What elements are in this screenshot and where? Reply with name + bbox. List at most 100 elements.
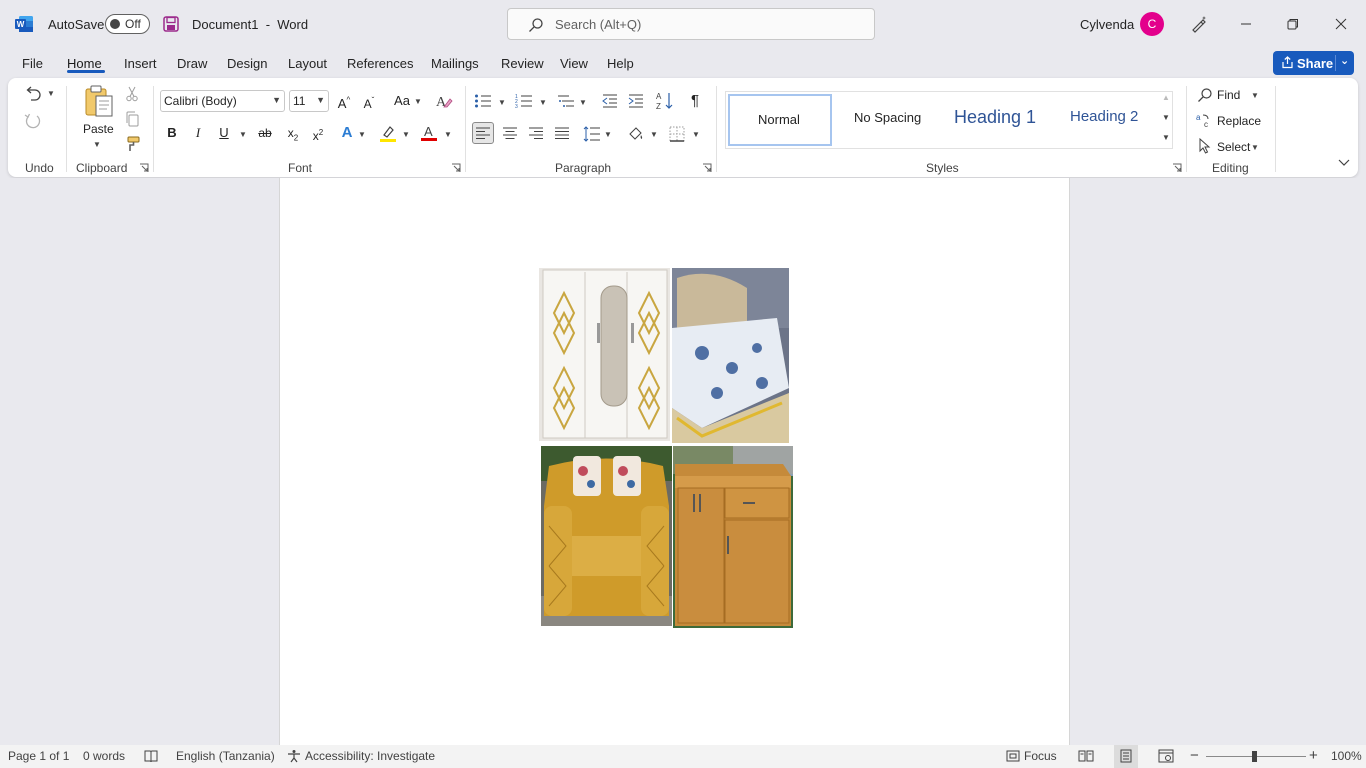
underline-button[interactable]: U bbox=[213, 122, 235, 144]
clipboard-launcher-icon[interactable] bbox=[139, 163, 149, 173]
line-spacing-icon[interactable] bbox=[583, 126, 601, 142]
bed-photo[interactable] bbox=[672, 268, 789, 443]
borders-icon[interactable] bbox=[669, 126, 685, 142]
save-icon[interactable] bbox=[163, 16, 179, 32]
chevron-down-icon[interactable]: ▼ bbox=[1251, 91, 1259, 100]
decrease-indent-icon[interactable] bbox=[602, 93, 618, 109]
pen-sparkle-icon[interactable] bbox=[1190, 15, 1208, 33]
chevron-down-icon[interactable]: ▼ bbox=[402, 130, 410, 139]
justify-button[interactable] bbox=[551, 122, 573, 144]
font-color-icon[interactable]: A bbox=[420, 124, 438, 142]
close-button[interactable] bbox=[1318, 0, 1364, 48]
copy-icon[interactable] bbox=[124, 111, 140, 127]
grow-font-button[interactable]: A^ bbox=[333, 90, 355, 112]
style-heading-2[interactable]: Heading 2 bbox=[1058, 94, 1166, 146]
replace-icon[interactable]: a c bbox=[1196, 112, 1214, 128]
chevron-down-icon[interactable]: ▼ bbox=[358, 130, 366, 139]
find-label[interactable]: Find bbox=[1217, 88, 1240, 102]
chevron-down-icon[interactable]: ▼ bbox=[1251, 143, 1259, 152]
tab-design[interactable]: Design bbox=[227, 56, 267, 71]
tab-review[interactable]: Review bbox=[501, 56, 544, 71]
redo-icon[interactable] bbox=[24, 112, 42, 130]
align-right-button[interactable] bbox=[525, 122, 547, 144]
tab-help[interactable]: Help bbox=[607, 56, 634, 71]
chevron-down-icon[interactable]: ▼ bbox=[579, 98, 587, 107]
read-mode-icon[interactable] bbox=[1078, 749, 1094, 763]
web-layout-icon[interactable] bbox=[1158, 749, 1174, 763]
chevron-down-icon[interactable]: ▼ bbox=[539, 98, 547, 107]
text-effects-button[interactable]: A bbox=[336, 122, 358, 144]
align-left-button[interactable] bbox=[472, 122, 494, 144]
accessibility-status[interactable]: Accessibility: Investigate bbox=[305, 749, 435, 763]
select-label[interactable]: Select bbox=[1217, 140, 1250, 154]
undo-icon[interactable] bbox=[23, 86, 43, 102]
paragraph-launcher-icon[interactable] bbox=[702, 163, 712, 173]
focus-label[interactable]: Focus bbox=[1024, 749, 1057, 763]
sort-icon[interactable]: A Z bbox=[656, 91, 674, 111]
style-normal[interactable]: Normal bbox=[728, 94, 832, 146]
page-count[interactable]: Page 1 of 1 bbox=[8, 749, 69, 763]
tab-draw[interactable]: Draw bbox=[177, 56, 207, 71]
clear-formatting-icon[interactable]: A bbox=[435, 93, 453, 109]
word-count[interactable]: 0 words bbox=[83, 749, 125, 763]
undo-chevron-icon[interactable]: ▼ bbox=[47, 89, 55, 98]
multilevel-list-icon[interactable] bbox=[557, 93, 575, 109]
italic-button[interactable]: I bbox=[187, 122, 209, 144]
cut-icon[interactable] bbox=[124, 86, 140, 102]
strikethrough-button[interactable]: ab bbox=[254, 122, 276, 144]
proofing-book-icon[interactable] bbox=[144, 749, 158, 763]
tab-file[interactable]: File bbox=[22, 56, 43, 71]
chevron-down-icon[interactable]: ▼ bbox=[498, 98, 506, 107]
numbering-icon[interactable]: 123 bbox=[515, 93, 533, 109]
user-name[interactable]: Cylvenda bbox=[1080, 17, 1134, 32]
document-page[interactable] bbox=[279, 178, 1070, 745]
shrink-font-button[interactable]: Aˇ bbox=[358, 90, 380, 112]
show-formatting-button[interactable]: ¶ bbox=[684, 90, 706, 112]
zoom-out-icon[interactable]: − bbox=[1190, 747, 1199, 764]
autosave-toggle[interactable]: Off bbox=[105, 14, 150, 34]
subscript-button[interactable]: x2 bbox=[282, 122, 304, 144]
chevron-down-icon[interactable]: ▼ bbox=[692, 130, 700, 139]
restore-button[interactable] bbox=[1270, 0, 1316, 48]
accessibility-icon[interactable] bbox=[287, 749, 301, 763]
language[interactable]: English (Tanzania) bbox=[176, 749, 275, 763]
chevron-down-icon[interactable]: ▼ bbox=[1162, 113, 1170, 122]
cabinet-photo[interactable] bbox=[673, 446, 793, 628]
format-painter-icon[interactable] bbox=[124, 136, 140, 152]
style-no-spacing[interactable]: No Spacing bbox=[838, 94, 942, 146]
tab-view[interactable]: View bbox=[560, 56, 588, 71]
paste-label[interactable]: Paste bbox=[83, 122, 114, 136]
focus-icon[interactable] bbox=[1006, 749, 1020, 763]
chevron-down-icon[interactable]: ▼ bbox=[444, 130, 452, 139]
zoom-slider-thumb[interactable] bbox=[1252, 751, 1257, 762]
style-heading-1[interactable]: Heading 1 bbox=[944, 94, 1052, 146]
find-icon[interactable] bbox=[1197, 87, 1213, 103]
bullets-icon[interactable] bbox=[474, 93, 492, 109]
chevron-down-icon[interactable]: ⌄ bbox=[1340, 54, 1349, 67]
font-name-dropdown[interactable]: Calibri (Body) ▼ bbox=[160, 90, 285, 112]
wardrobe-photo[interactable] bbox=[539, 268, 670, 441]
zoom-in-icon[interactable]: + bbox=[1309, 747, 1318, 764]
select-cursor-icon[interactable] bbox=[1198, 138, 1212, 154]
styles-launcher-icon[interactable] bbox=[1172, 163, 1182, 173]
more-styles-icon[interactable]: ▼ bbox=[1162, 133, 1170, 142]
print-layout-button[interactable] bbox=[1114, 745, 1138, 768]
chevron-down-icon[interactable]: ▼ bbox=[414, 97, 422, 106]
zoom-level[interactable]: 100% bbox=[1331, 749, 1362, 763]
paste-icon[interactable] bbox=[83, 85, 115, 119]
minimize-button[interactable] bbox=[1223, 0, 1269, 48]
superscript-button[interactable]: x2 bbox=[307, 122, 329, 144]
font-launcher-icon[interactable] bbox=[451, 163, 461, 173]
replace-label[interactable]: Replace bbox=[1217, 114, 1261, 128]
tab-mailings[interactable]: Mailings bbox=[431, 56, 479, 71]
avatar[interactable]: C bbox=[1140, 12, 1164, 36]
tab-home[interactable]: Home bbox=[67, 56, 102, 71]
increase-indent-icon[interactable] bbox=[628, 93, 644, 109]
align-center-button[interactable] bbox=[499, 122, 521, 144]
paste-chevron-icon[interactable]: ▼ bbox=[93, 140, 101, 149]
bold-button[interactable]: B bbox=[161, 122, 183, 144]
search-box[interactable]: Search (Alt+Q) bbox=[507, 8, 875, 40]
tab-insert[interactable]: Insert bbox=[124, 56, 157, 71]
tab-references[interactable]: References bbox=[347, 56, 413, 71]
collapse-ribbon-icon[interactable] bbox=[1338, 159, 1350, 167]
